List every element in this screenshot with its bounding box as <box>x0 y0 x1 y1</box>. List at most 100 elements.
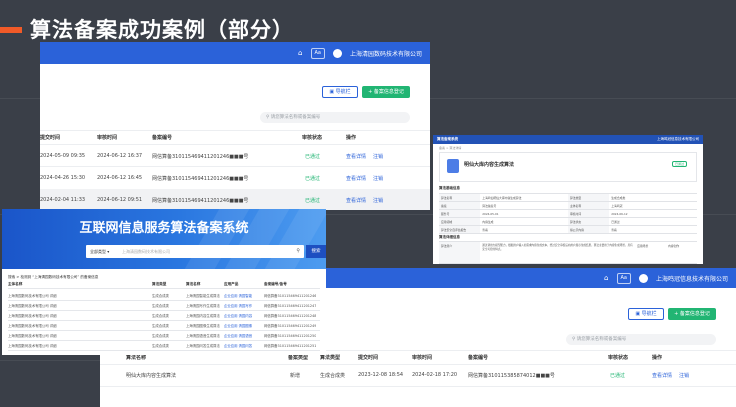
add-filing-button[interactable]: + 备案信息登记 <box>668 308 716 320</box>
search-query: 上海清园数码技术有限公司 <box>122 249 170 254</box>
algorithm-name: 明仙大库内容生成算法 <box>464 162 515 168</box>
field-value: 内容生成 <box>482 220 494 224</box>
field-value: 2024-06-12 <box>611 212 628 216</box>
divider <box>8 320 320 321</box>
system-search-input[interactable]: 全部类型 ▾ 上海清园数码技术有限公司 ⚲ <box>86 245 304 258</box>
algorithm-type: 生成合成类 <box>152 324 169 328</box>
algorithm-type: 生成合成类 <box>152 334 169 338</box>
document-icon <box>447 159 459 173</box>
filing-number: 网信算备310115469411201248 <box>264 314 317 318</box>
cancel-link[interactable]: 注销 <box>373 197 383 204</box>
search-input[interactable]: ⚲ 请您算法名称或备案编号 <box>260 112 410 123</box>
algorithm-type: 生成合成类 <box>320 373 346 379</box>
entity-name: 上海清园数码技术有限公司 详细 <box>8 324 57 328</box>
col-filing-number: 备案编号 <box>468 355 489 361</box>
field-label: 应用领域 <box>439 218 481 225</box>
filing-number: 网信算备310115469411201246■■■号 <box>152 154 249 160</box>
slide-title: 算法备案成功案例（部分） <box>30 18 294 42</box>
divider <box>40 130 430 131</box>
guide-button[interactable]: ▣ 导航栏 <box>628 308 664 320</box>
system-banner: 互联网信息服务算法备案系统 全部类型 ▾ 上海清园数码技术有限公司 ⚲ 搜索 <box>2 209 326 269</box>
guide-button[interactable]: ▣ 导航栏 <box>322 86 358 98</box>
search-button[interactable]: 搜索 <box>306 245 326 258</box>
app-product-link[interactable]: 企业应用 清园问答 <box>224 343 252 348</box>
view-details-link[interactable]: 查看详情 <box>346 175 366 182</box>
field-label: 算法简介 <box>439 242 481 263</box>
app-product-link[interactable]: 企业应用 清园语音 <box>224 333 252 338</box>
submit-time: 2024-02-04 11:33 <box>40 197 86 203</box>
type-select[interactable]: 全部类型 ▾ <box>90 245 109 258</box>
app-product-link[interactable]: 企业应用 清园图像 <box>224 323 252 328</box>
language-chip[interactable]: Aa <box>616 272 631 284</box>
divider <box>8 340 320 341</box>
field-label: 拟公示内容 <box>567 226 610 233</box>
entity-name: 上海清园数码技术有限公司 详细 <box>8 334 57 338</box>
company-name: 上海清园数码技术有限公司 <box>349 50 422 58</box>
algorithm-type: 生成合成类 <box>152 314 169 318</box>
search-icon: ⚲ <box>572 337 576 342</box>
field-label: 审核时间 <box>567 210 610 217</box>
company-name: 上海鸣冠信息技术有限公司 <box>655 275 728 283</box>
field-label: 主体名称 <box>567 202 610 209</box>
add-filing-button[interactable]: + 备案信息登记 <box>362 86 410 98</box>
divider <box>100 386 736 387</box>
submit-time: 2024-04-26 15:30 <box>40 175 86 181</box>
field-label: 服务号 <box>439 210 481 217</box>
info-row: 备案 算法备案号 主体名称 上海鸣冠 <box>439 202 697 210</box>
filing-number: 网信算备310115469411201246■■■号 <box>152 176 249 182</box>
view-details-link[interactable]: 查看详情 <box>652 372 672 379</box>
field-value: 上海鸣冠 <box>611 204 623 208</box>
col-app-product: 应用产品 <box>224 282 239 286</box>
filing-type: 新增 <box>290 373 301 379</box>
home-icon[interactable]: ⌂ <box>298 49 302 57</box>
col-algorithm-name: 算法名称 <box>186 282 201 286</box>
divider <box>100 364 736 365</box>
user-avatar-icon[interactable] <box>332 48 342 58</box>
cancel-link[interactable]: 注销 <box>679 372 689 379</box>
view-details-link[interactable]: 查看详情 <box>346 197 366 204</box>
col-filing-number: 备案编号/备号 <box>264 282 287 286</box>
app-product-link[interactable]: 企业应用 清园写作 <box>224 303 252 308</box>
title-accent-bar <box>0 27 22 33</box>
language-chip[interactable]: Aa <box>310 47 325 59</box>
field-link[interactable]: 查看 <box>609 226 697 233</box>
basic-info-grid: 算法名称 上海鸣仙明仙大库内容生成算法 算法类型 生成合成类 备案 算法备案号 … <box>439 193 697 234</box>
divider <box>8 300 320 301</box>
col-entity-name: 主体名称 <box>8 282 23 286</box>
filing-number: 网信算备310115469411201249 <box>264 324 317 328</box>
user-avatar-icon[interactable] <box>638 273 648 283</box>
app-product-link[interactable]: 企业应用 清园内容 <box>224 313 252 318</box>
col-filing-type: 备案类型 <box>288 355 309 361</box>
field-label: 应用场景 <box>637 244 649 248</box>
col-submit-time: 提交时间 <box>358 355 379 361</box>
status-badge: 已通过 <box>671 161 687 167</box>
section-basic-info: 算法基础信息 <box>439 186 460 190</box>
filing-number: 网信算备310115469411201246 <box>264 294 317 298</box>
field-link[interactable]: 查看 <box>480 226 568 233</box>
system-title: 互联网信息服务算法备案系统 <box>79 221 249 236</box>
filing-number: 网信算备310115385874012■■■号 <box>468 373 555 379</box>
field-label: 算法类型 <box>567 194 610 201</box>
entity-name: 上海清园数码技术有限公司 详细 <box>8 304 57 308</box>
cancel-link[interactable]: 注销 <box>373 175 383 182</box>
view-details-link[interactable]: 查看详情 <box>346 153 366 160</box>
col-operations: 操作 <box>652 355 663 361</box>
cancel-link[interactable]: 注销 <box>373 153 383 160</box>
info-row: 应用领域 内容生成 算法状态 已通过 <box>439 218 697 226</box>
app-product-link[interactable]: 企业应用 清园智能 <box>224 293 252 298</box>
entity-name: 上海清园数码技术有限公司 详细 <box>8 294 57 298</box>
col-algorithm-type: 算法类型 <box>320 355 341 361</box>
info-row: 服务号 2024-05-01 审核时间 2024-06-12 <box>439 210 697 218</box>
search-input[interactable]: ⚲ 请您算法名称或备案编号 <box>566 334 716 345</box>
algorithm-type: 生成合成类 <box>152 304 169 308</box>
search-icon: ⚲ <box>266 115 270 120</box>
field-value: 上海鸣仙明仙大库内容生成算法 <box>482 196 522 200</box>
field-value: 已通过 <box>611 220 620 224</box>
filing-number: 网信算备310115469411201251 <box>264 344 317 348</box>
filing-number: 网信算备310115469411201247 <box>264 304 317 308</box>
col-status: 审核状态 <box>608 355 629 361</box>
screenshot-algorithm-detail: 算法备案系统 上海鸣冠信息技术有限公司 备案 > 算法详情 明仙大库内容生成算法 … <box>433 135 703 264</box>
col-review-time: 审核时间 <box>412 355 433 361</box>
home-icon[interactable]: ⌂ <box>604 274 608 282</box>
field-label: 备案 <box>439 202 481 209</box>
